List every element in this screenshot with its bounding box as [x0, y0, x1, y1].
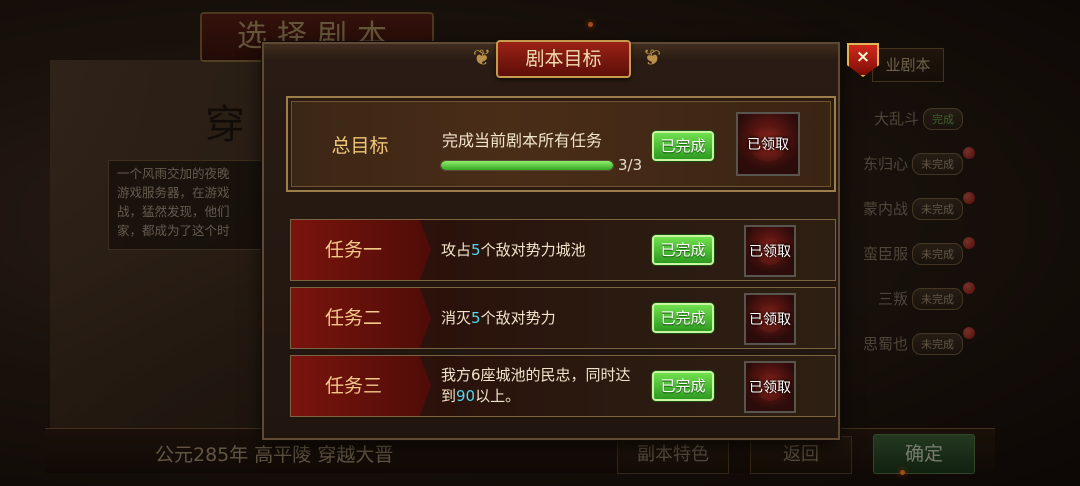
close-icon: ×: [847, 43, 879, 77]
dialog-title: 剧本目标: [496, 40, 631, 78]
task-target-number: 5: [471, 240, 481, 259]
task-label: 任务三: [324, 375, 382, 397]
task-2-status-button[interactable]: 已完成: [652, 303, 714, 333]
total-goal-progress-text: 3/3: [618, 156, 643, 174]
total-goal-reward[interactable]: 已领取: [736, 112, 800, 176]
task-label: 任务二: [324, 307, 382, 329]
total-goal-label: 总目标: [331, 135, 389, 157]
reward-claimed-label: 已领取: [749, 380, 791, 396]
task-description-text: 消灭: [441, 308, 472, 327]
title-ornament-right-icon: ❦: [642, 46, 662, 71]
task-description-text: 以上。: [475, 387, 521, 405]
total-goal-progress-bar: [440, 160, 614, 171]
task-description: 我方6座城池的民忠，同时达到90以上。: [441, 356, 641, 416]
task-3-status-button[interactable]: 已完成: [652, 371, 714, 401]
task-label: 任务一: [324, 239, 382, 261]
task-description: 消灭5个敌对势力: [441, 288, 641, 348]
close-button[interactable]: ×: [843, 40, 883, 80]
task-description: 攻占5个敌对势力城池: [441, 220, 641, 280]
task-1-reward[interactable]: 已领取: [744, 225, 796, 277]
progress-fill: [441, 161, 613, 170]
task-3-reward[interactable]: 已领取: [744, 361, 796, 413]
reward-claimed-label: 已领取: [749, 244, 791, 260]
task-1-status-button[interactable]: 已完成: [652, 235, 714, 265]
total-goal-status-button[interactable]: 已完成: [652, 131, 714, 161]
task-target-number: 5: [471, 308, 481, 327]
task-2-reward[interactable]: 已领取: [744, 293, 796, 345]
total-goal-description: 完成当前剧本所有任务: [442, 131, 603, 150]
reward-claimed-label: 已领取: [749, 312, 791, 328]
reward-claimed-label: 已领取: [747, 137, 789, 153]
task-description-text: 个敌对势力城池: [480, 240, 586, 259]
task-description-text: 攻占: [441, 240, 472, 259]
task-target-number: 90: [456, 387, 476, 405]
task-description-text: 个敌对势力: [480, 308, 556, 327]
